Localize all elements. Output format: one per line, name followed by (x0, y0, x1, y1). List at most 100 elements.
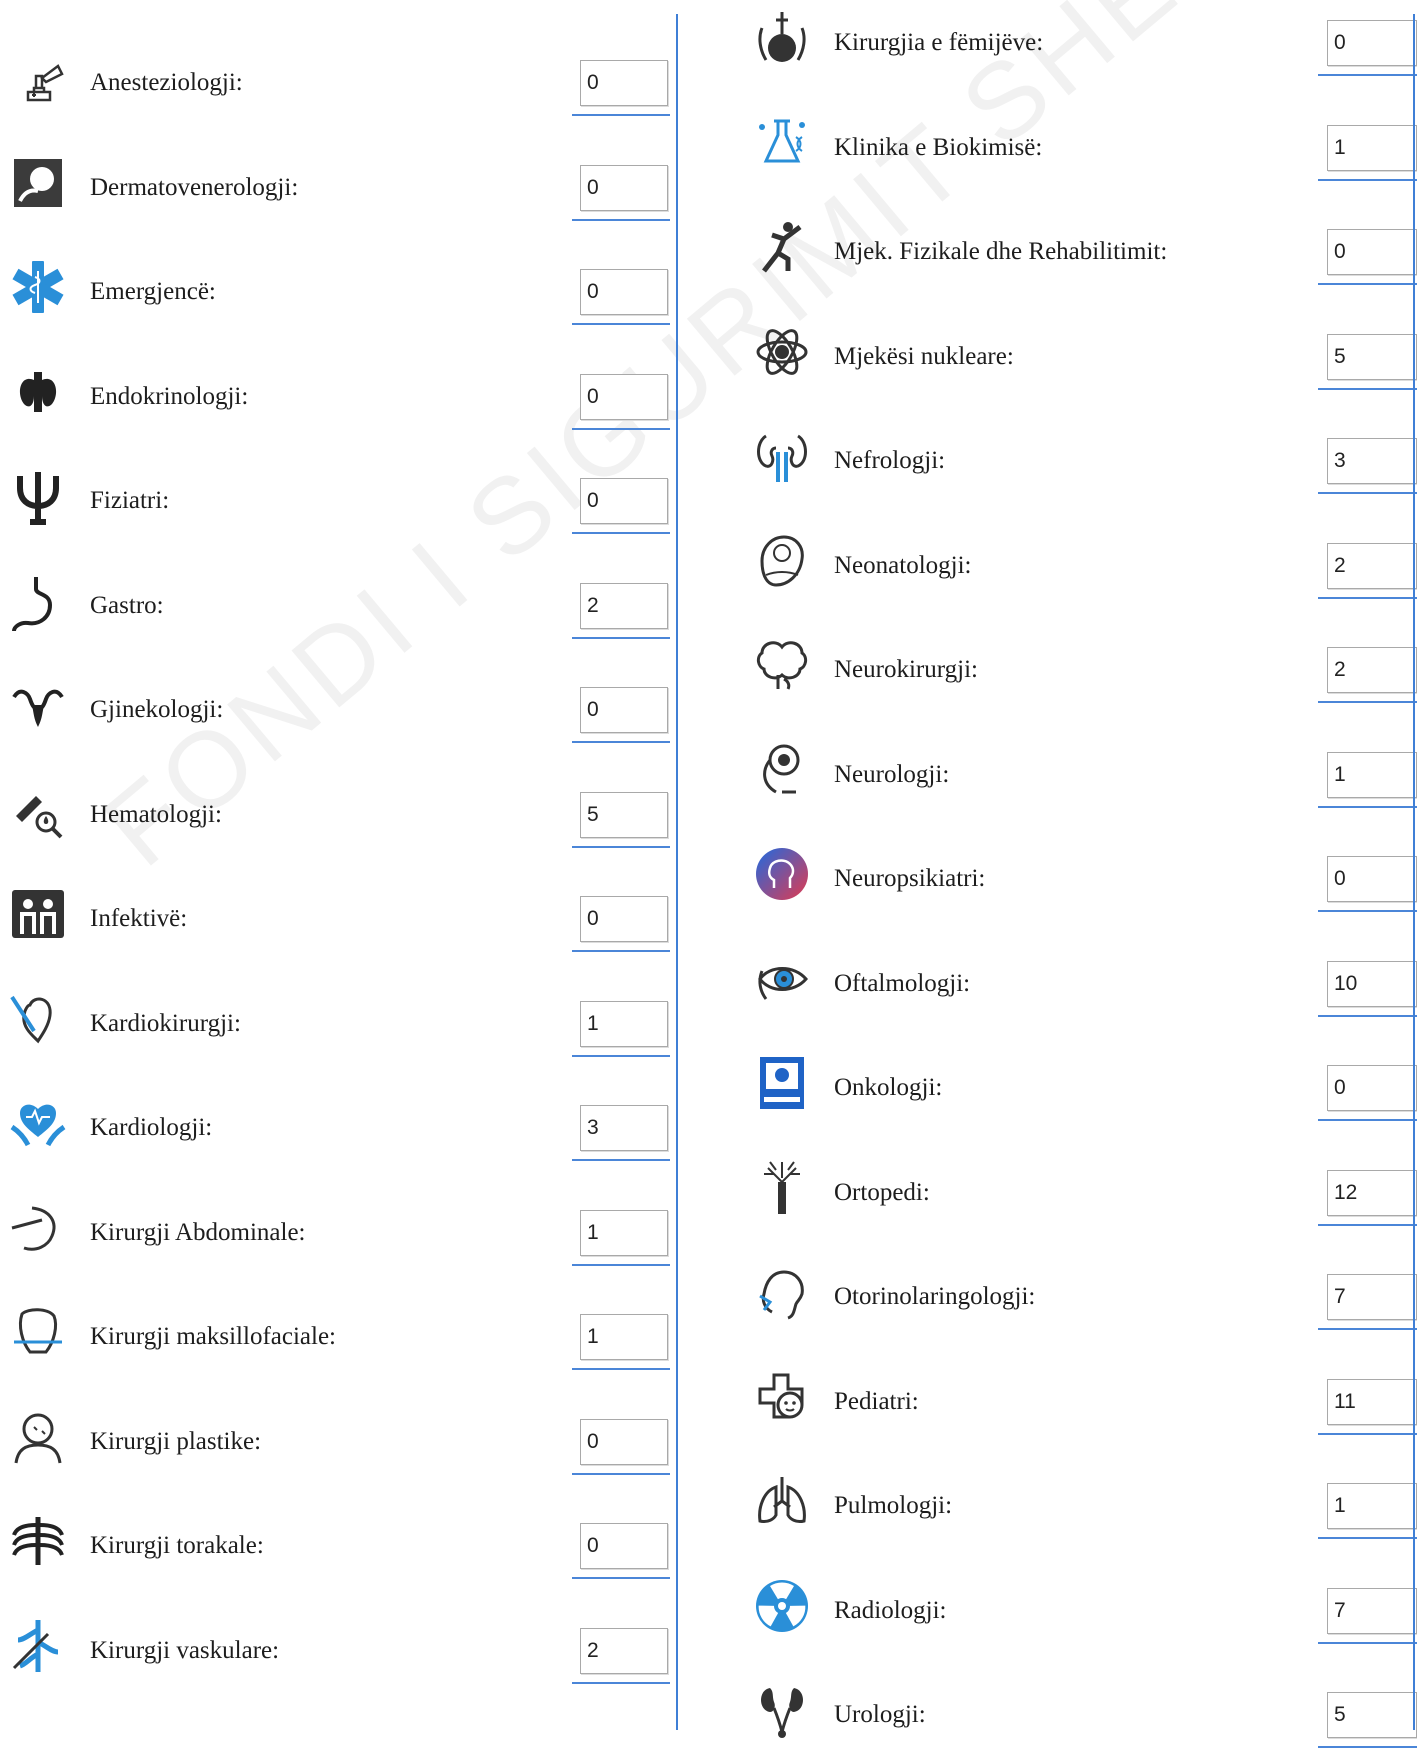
specialty-row: Pulmologji: 1 (730, 1449, 1417, 1554)
uterus-icon (8, 675, 68, 735)
thyroid-icon (8, 362, 68, 422)
count-field[interactable]: 0 (1327, 856, 1417, 902)
specialty-label: Neuropsikiatri: (834, 865, 986, 892)
right-column: Kirurgjia e fëmijëve: 0 Klinika e Biokimis… (730, 0, 1417, 1748)
count-field[interactable]: 0 (580, 896, 668, 942)
count-field[interactable]: 10 (1327, 960, 1417, 1007)
count-field[interactable]: 7 (1327, 1274, 1417, 1320)
count-field[interactable]: 2 (580, 1627, 668, 1674)
specialty-row: Infektivë: 0 (0, 862, 670, 967)
specialty-row: Kirurgji maksillofaciale: 1 (0, 1280, 670, 1385)
count-field[interactable]: 0 (580, 373, 668, 420)
field-underline (1318, 492, 1417, 494)
specialty-row: Oftalmologji: 10 (730, 927, 1417, 1032)
specialty-label: Mjekësi nukleare: (834, 342, 1014, 370)
specialty-row: Ortopedi: 12 (730, 1136, 1417, 1241)
specialty-label: Fiziatri: (90, 487, 170, 514)
count-field[interactable]: 2 (580, 582, 668, 629)
field-underline (572, 323, 670, 325)
count-field[interactable]: 2 (1327, 542, 1417, 589)
field-underline (572, 1263, 670, 1266)
count-field[interactable]: 0 (580, 1523, 668, 1569)
specialty-label: Pulmologji: (834, 1492, 953, 1519)
specialty-label: Kardiologji: (90, 1114, 213, 1141)
plastic-surgery-icon (8, 1407, 68, 1467)
specialty-label: Radiologji: (834, 1596, 947, 1624)
count-field[interactable]: 0 (580, 1418, 668, 1465)
vascular-icon (8, 1616, 68, 1676)
abdominal-surgery-icon (8, 1198, 68, 1258)
specialty-label: Ortopedi: (834, 1178, 930, 1206)
field-underline (1318, 1641, 1417, 1644)
field-underline (1318, 1014, 1417, 1017)
psi-icon (8, 466, 68, 526)
specialty-label: Kirurgji Abdominale: (90, 1218, 306, 1246)
newborn-icon (752, 531, 812, 591)
field-underline (572, 1577, 670, 1579)
count-field[interactable]: 0 (1327, 229, 1417, 275)
specialty-label: Neurokirurgji: (834, 656, 978, 683)
count-field[interactable]: 1 (1327, 751, 1417, 798)
specialty-label: Kirurgjia e fëmijëve: (834, 29, 1044, 56)
specialty-row: Endokrinologji: 0 (0, 340, 670, 445)
specialty-label: Nefrologji: (834, 447, 946, 474)
count-field[interactable]: 3 (1327, 438, 1417, 484)
count-field[interactable]: 7 (1327, 1587, 1417, 1634)
specialty-label: Infektivë: (90, 905, 188, 932)
count-field[interactable]: 0 (580, 60, 668, 106)
specialty-label: Anesteziologji: (90, 69, 243, 96)
specialty-row: Nefrologji: 3 (730, 404, 1417, 509)
count-field[interactable]: 5 (1327, 333, 1417, 380)
field-underline (1318, 805, 1417, 808)
count-field[interactable]: 3 (580, 1105, 668, 1151)
count-field[interactable]: 0 (580, 164, 668, 211)
count-field[interactable]: 0 (1327, 20, 1417, 66)
field-underline (572, 1368, 670, 1370)
ent-icon (752, 1262, 812, 1322)
specialty-label: Gjinekologji: (90, 696, 224, 723)
count-field[interactable]: 1 (1327, 124, 1417, 171)
anesthesia-icon (8, 48, 68, 108)
count-field[interactable]: 1 (580, 1209, 668, 1256)
specialty-row: Otorinolaringologji: 7 (730, 1240, 1417, 1345)
count-field[interactable]: 0 (580, 478, 668, 524)
field-underline (1318, 1119, 1417, 1121)
lungs-icon (752, 1471, 812, 1531)
urology-icon (752, 1680, 812, 1740)
count-field[interactable]: 0 (580, 269, 668, 315)
specialty-row: Kirurgji torakale: 0 (0, 1489, 670, 1594)
count-field[interactable]: 0 (580, 687, 668, 733)
field-underline (1318, 1432, 1417, 1435)
specialty-row: Onkologji: 0 (730, 1031, 1417, 1136)
count-field[interactable]: 5 (580, 791, 668, 838)
specialty-row: Neuropsikiatri: 0 (730, 822, 1417, 927)
stomach-icon (8, 571, 68, 631)
count-field[interactable]: 5 (1327, 1692, 1417, 1738)
specialty-label: Dermatovenerologji: (90, 173, 299, 201)
field-underline (572, 1472, 670, 1475)
specialty-label: Mjek. Fizikale dhe Rehabilitimit: (834, 238, 1168, 265)
field-underline (1318, 910, 1417, 912)
count-field[interactable]: 1 (580, 1000, 668, 1047)
count-field[interactable]: 2 (1327, 647, 1417, 693)
column-divider-right (1413, 14, 1415, 1730)
field-underline (572, 1054, 670, 1057)
count-field[interactable]: 0 (1327, 1065, 1417, 1111)
heart-surgery-icon (8, 989, 68, 1049)
bone-icon (752, 1158, 812, 1218)
field-underline (1318, 701, 1417, 703)
count-field[interactable]: 11 (1327, 1378, 1417, 1425)
count-field[interactable]: 12 (1327, 1169, 1417, 1216)
field-underline (572, 950, 670, 952)
specialty-label: Oftalmologji: (834, 969, 971, 997)
field-underline (1318, 1537, 1417, 1539)
specialty-label: Urologji: (834, 1701, 926, 1728)
specialty-row: Dermatovenerologji: 0 (0, 131, 670, 236)
field-underline (572, 532, 670, 534)
count-field[interactable]: 1 (1327, 1483, 1417, 1529)
radiation-icon (752, 1576, 812, 1636)
count-field[interactable]: 1 (580, 1314, 668, 1360)
specialty-row: Urologji: 5 (730, 1658, 1417, 1763)
specialty-label: Endokrinologji: (90, 382, 249, 410)
pediatric-surgery-icon (752, 8, 812, 68)
